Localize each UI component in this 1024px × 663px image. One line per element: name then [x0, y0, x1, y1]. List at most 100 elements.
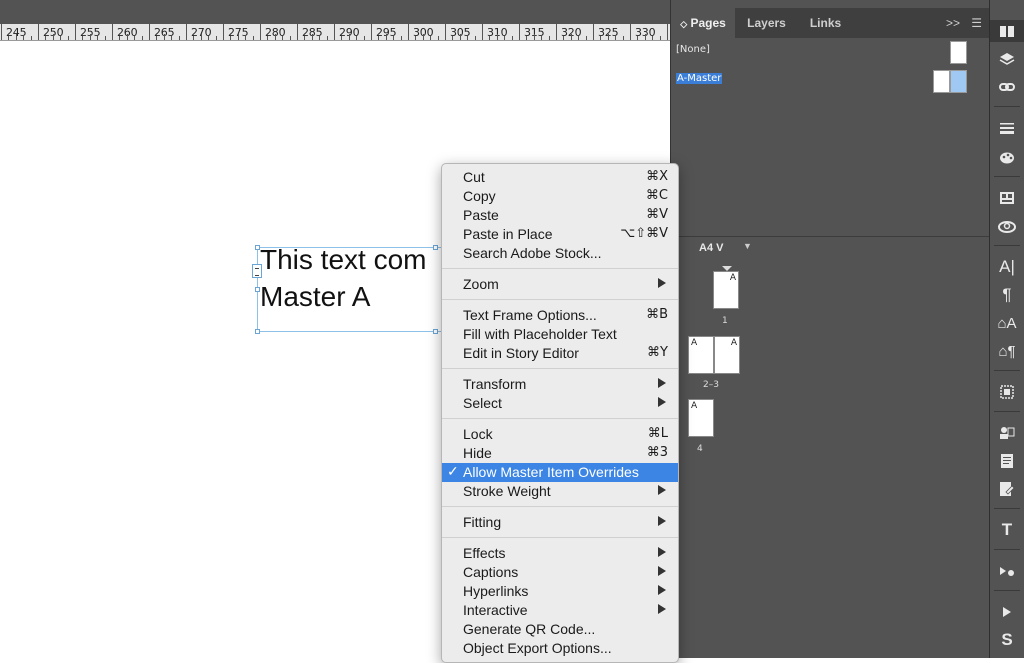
- ruler-tick: [556, 24, 557, 40]
- menu-label: Select: [463, 395, 502, 411]
- menu-item-copy[interactable]: Copy ⌘C: [442, 187, 678, 206]
- text-wrap-icon[interactable]: [990, 381, 1024, 403]
- tab-pages[interactable]: ◇ Pages: [671, 8, 735, 38]
- script-label-icon[interactable]: [990, 601, 1024, 623]
- ruler-tick: [371, 24, 372, 40]
- menu-label: Copy: [463, 188, 496, 204]
- ruler-tick: [607, 34, 609, 40]
- ruler-tick: [585, 36, 587, 40]
- tab-layers[interactable]: Layers: [735, 8, 798, 38]
- creative-cloud-icon[interactable]: [990, 215, 1024, 237]
- panel-toolbar: A| ¶ ⌂A ⌂¶ T S: [989, 0, 1024, 658]
- menu-item-generate-qr[interactable]: Generate QR Code...: [442, 620, 678, 639]
- pages-icon[interactable]: [990, 20, 1024, 42]
- ruler-tick: [126, 34, 128, 40]
- menu-item-interactive[interactable]: Interactive: [442, 601, 678, 620]
- menu-item-edit-story-editor[interactable]: Edit in Story Editor ⌘Y: [442, 344, 678, 363]
- character-icon[interactable]: A|: [990, 256, 1024, 278]
- links-icon[interactable]: [990, 76, 1024, 98]
- tab-links[interactable]: Links: [798, 8, 853, 38]
- ruler-tick: [252, 36, 254, 40]
- context-menu: Cut ⌘X Copy ⌘C Paste ⌘V Paste in Place ⌥⇧⌘V …: [441, 163, 679, 663]
- menu-item-captions[interactable]: Captions: [442, 563, 678, 582]
- ruler-tick: [297, 24, 298, 40]
- ruler-tick: [430, 36, 432, 40]
- story-icon[interactable]: S: [990, 629, 1024, 651]
- ruler-tick: [178, 36, 180, 40]
- menu-item-lock[interactable]: Lock ⌘L: [442, 425, 678, 444]
- menu-item-fill-placeholder[interactable]: Fill with Placeholder Text: [442, 325, 678, 344]
- stroke-icon[interactable]: [990, 117, 1024, 139]
- ruler-tick: [1, 24, 2, 40]
- ruler-tick: [437, 36, 439, 40]
- ruler-tick: [141, 36, 143, 40]
- ruler-tick: [186, 24, 187, 40]
- swatches-icon[interactable]: [990, 146, 1024, 168]
- menu-item-stroke-weight[interactable]: Stroke Weight: [442, 482, 678, 501]
- menu-item-hyperlinks[interactable]: Hyperlinks: [442, 582, 678, 601]
- ruler-tick: [667, 24, 668, 40]
- page-size-label[interactable]: A4 V: [699, 242, 723, 254]
- master-none[interactable]: [None]: [676, 44, 710, 55]
- menu-shortcut: ⌘C: [645, 188, 668, 203]
- frame-handle[interactable]: [255, 329, 260, 334]
- frame-handle[interactable]: [433, 329, 438, 334]
- edit-notes-icon[interactable]: [990, 478, 1024, 500]
- type-tool-icon[interactable]: T: [990, 519, 1024, 541]
- menu-item-text-frame-options[interactable]: Text Frame Options... ⌘B: [442, 306, 678, 325]
- menu-item-effects[interactable]: Effects: [442, 544, 678, 563]
- panel-divider[interactable]: [671, 236, 990, 237]
- menu-item-paste[interactable]: Paste ⌘V: [442, 206, 678, 225]
- submenu-arrow-icon: [658, 585, 666, 595]
- scripts-icon[interactable]: [990, 560, 1024, 582]
- master-a-left-thumb[interactable]: [933, 70, 950, 93]
- notes-icon[interactable]: [990, 450, 1024, 472]
- ruler-tick: [311, 34, 313, 40]
- master-a[interactable]: A-Master: [676, 73, 723, 84]
- layers-icon[interactable]: [990, 48, 1024, 70]
- ruler-tick: [341, 36, 343, 40]
- menu-label: Interactive: [463, 602, 528, 618]
- ruler-tick: [408, 24, 409, 40]
- cc-libraries-icon[interactable]: [990, 187, 1024, 209]
- submenu-arrow-icon: [658, 378, 666, 388]
- page-thumb[interactable]: A: [714, 336, 740, 374]
- page-thumb[interactable]: A: [688, 399, 714, 437]
- menu-item-allow-master-overrides[interactable]: ✓ Allow Master Item Overrides: [442, 463, 678, 482]
- frame-handle[interactable]: [433, 245, 438, 250]
- paragraph-icon[interactable]: ¶: [990, 284, 1024, 306]
- master-none-thumb[interactable]: [950, 41, 967, 64]
- menu-label: Fitting: [463, 514, 502, 530]
- more-tabs-icon[interactable]: >>: [946, 8, 960, 38]
- horizontal-ruler[interactable]: 245 250 255 260 265 270 275 280 285 290 …: [0, 24, 670, 41]
- menu-shortcut: ⌘X: [646, 169, 668, 184]
- menu-item-transform[interactable]: Transform: [442, 375, 678, 394]
- page-thumb[interactable]: A: [688, 336, 714, 374]
- menu-item-zoom[interactable]: Zoom: [442, 275, 678, 294]
- page-thumb[interactable]: A: [713, 271, 739, 309]
- ruler-tick: [630, 24, 631, 40]
- ruler-tick: [541, 36, 543, 40]
- menu-item-cut[interactable]: Cut ⌘X: [442, 168, 678, 187]
- menu-label: Edit in Story Editor: [463, 345, 579, 361]
- ruler-tick: [422, 34, 424, 40]
- menu-item-object-export-options[interactable]: Object Export Options...: [442, 639, 678, 658]
- menu-item-fitting[interactable]: Fitting: [442, 513, 678, 532]
- paragraph-styles-icon[interactable]: ⌂¶: [990, 340, 1024, 362]
- ruler-tick: [563, 36, 565, 40]
- panel-menu-icon[interactable]: ☰: [971, 8, 982, 38]
- menu-item-select[interactable]: Select: [442, 394, 678, 413]
- menu-label: Generate QR Code...: [463, 621, 596, 637]
- ruler-tick: [15, 34, 17, 40]
- master-letter: A: [691, 338, 698, 348]
- assignments-icon[interactable]: [990, 422, 1024, 444]
- chevron-down-icon[interactable]: ▼: [743, 241, 752, 251]
- master-a-right-thumb[interactable]: [950, 70, 967, 93]
- ruler-tick: [223, 24, 224, 40]
- menu-item-hide[interactable]: Hide ⌘3: [442, 444, 678, 463]
- menu-item-search-adobe-stock[interactable]: Search Adobe Stock...: [442, 244, 678, 263]
- character-styles-icon[interactable]: ⌂A: [990, 312, 1024, 334]
- ruler-tick: [119, 36, 121, 40]
- tab-label: Pages: [690, 16, 726, 30]
- menu-item-paste-in-place[interactable]: Paste in Place ⌥⇧⌘V: [442, 225, 678, 244]
